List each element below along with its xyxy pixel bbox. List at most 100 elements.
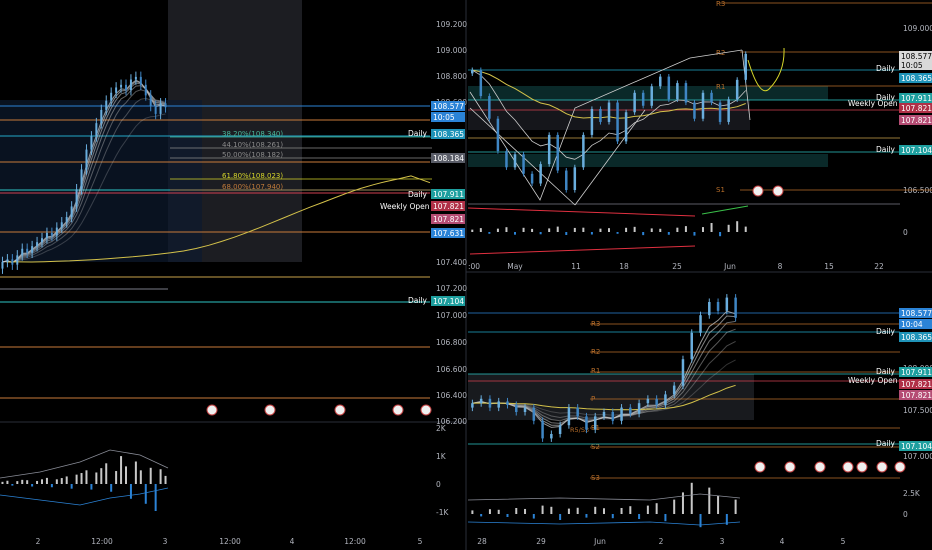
volume-bar bbox=[36, 480, 39, 484]
candle-body bbox=[513, 154, 517, 168]
candle-body bbox=[556, 134, 559, 171]
candle-body bbox=[16, 255, 19, 265]
volume-bar bbox=[608, 228, 610, 232]
volume-bar bbox=[31, 484, 34, 487]
candle-body bbox=[6, 259, 9, 262]
volume-bar bbox=[21, 479, 24, 484]
volume-axis-tick: -1K bbox=[436, 508, 449, 517]
candle-body bbox=[479, 398, 483, 404]
volume-bar bbox=[125, 466, 127, 484]
time-axis-tick: 12:00 bbox=[219, 537, 241, 546]
candle-body bbox=[641, 92, 645, 106]
volume-bar bbox=[50, 484, 53, 488]
price-tag-text: 107.821 bbox=[901, 391, 932, 400]
candle-body bbox=[633, 92, 636, 113]
price-tag: 107.821 bbox=[431, 214, 465, 224]
volume-bar bbox=[105, 463, 108, 484]
candle-body bbox=[149, 95, 152, 106]
volume-bar bbox=[633, 226, 636, 232]
candle-body bbox=[45, 232, 48, 239]
price-axis-tick: 106.500 bbox=[903, 186, 932, 195]
price-tag-text: 107.821 bbox=[901, 116, 932, 125]
volume-bar bbox=[673, 499, 676, 514]
candle-body bbox=[547, 134, 551, 165]
volume-bar bbox=[479, 228, 482, 232]
price-axis-tick: 109.200 bbox=[436, 20, 467, 29]
volume-bar bbox=[565, 232, 568, 235]
candle-body bbox=[716, 302, 720, 311]
candle-body bbox=[488, 398, 492, 408]
candle-body bbox=[506, 401, 509, 405]
price-axis-tick: 0 bbox=[903, 510, 908, 519]
candle-body bbox=[129, 79, 132, 91]
volume-bar bbox=[505, 227, 508, 232]
volume-band bbox=[467, 493, 741, 501]
event-icon[interactable] bbox=[772, 185, 784, 197]
volume-bar bbox=[70, 484, 73, 489]
volume-bar bbox=[144, 484, 147, 504]
candle-body bbox=[515, 404, 518, 412]
candle-body bbox=[734, 297, 737, 318]
candle-body bbox=[659, 76, 662, 87]
daily-label: Daily bbox=[876, 367, 896, 376]
price-tag-text: 107.911 bbox=[433, 190, 464, 199]
event-icon[interactable] bbox=[842, 461, 854, 473]
price-tag: 107.104 bbox=[899, 145, 932, 155]
candle-body bbox=[164, 103, 167, 108]
candle-body bbox=[690, 332, 693, 360]
pivot-label: R3 bbox=[716, 0, 725, 8]
time-axis-tick: May bbox=[507, 262, 523, 271]
volume-bar bbox=[115, 471, 118, 484]
candle-body bbox=[125, 84, 127, 91]
candle-body bbox=[650, 86, 653, 106]
event-icon[interactable] bbox=[264, 404, 276, 416]
volume-bar bbox=[514, 232, 516, 235]
volume-bar bbox=[515, 508, 518, 514]
volume-bar bbox=[582, 227, 585, 232]
pivot-label: S1 bbox=[716, 186, 725, 194]
candle-body bbox=[154, 105, 157, 114]
volume-bar bbox=[719, 232, 722, 237]
candle-body bbox=[497, 401, 500, 408]
us-flag-icon[interactable] bbox=[754, 461, 766, 473]
us-flag-icon[interactable] bbox=[334, 404, 346, 416]
price-axis-tick: 106.600 bbox=[436, 365, 467, 374]
candle-body bbox=[718, 102, 722, 122]
volume-bar bbox=[646, 505, 649, 514]
candle-body bbox=[693, 102, 696, 119]
us-flag-icon[interactable] bbox=[752, 185, 764, 197]
event-icon[interactable] bbox=[784, 461, 796, 473]
event-icon[interactable] bbox=[856, 461, 868, 473]
weekly-open-label: Weekly Open bbox=[848, 99, 898, 108]
volume-bar bbox=[164, 475, 167, 484]
event-icon[interactable] bbox=[894, 461, 906, 473]
price-tag-text: 107.911 bbox=[901, 94, 932, 103]
candle-body bbox=[565, 170, 568, 190]
volume-bar bbox=[650, 228, 653, 232]
volume-bar bbox=[154, 484, 157, 511]
candle-body bbox=[90, 136, 93, 150]
volume-bar bbox=[65, 476, 68, 484]
price-tag-text: 10:05 bbox=[433, 113, 455, 122]
candle-body bbox=[655, 398, 658, 405]
volume-bar bbox=[16, 481, 19, 484]
volume-bar bbox=[506, 514, 509, 517]
candle-body bbox=[616, 102, 619, 142]
volume-bar bbox=[60, 478, 63, 484]
volume-bar bbox=[45, 477, 48, 484]
volume-bar bbox=[710, 223, 713, 232]
event-icon[interactable] bbox=[392, 404, 404, 416]
volume-bar bbox=[638, 514, 641, 520]
event-icon[interactable] bbox=[420, 404, 432, 416]
us-flag-icon[interactable] bbox=[814, 461, 826, 473]
price-axis-tick: 0 bbox=[903, 228, 908, 237]
us-flag-icon[interactable] bbox=[206, 404, 218, 416]
us-flag-icon[interactable] bbox=[876, 461, 888, 473]
time-axis-tick: 4 bbox=[780, 537, 785, 546]
volume-bar bbox=[471, 510, 474, 514]
price-axis-tick: 107.200 bbox=[436, 284, 467, 293]
price-tag-text: 108.577 bbox=[433, 102, 464, 111]
candle-body bbox=[585, 416, 588, 430]
volume-bar bbox=[734, 499, 737, 514]
volume-series-right-top bbox=[471, 221, 747, 237]
